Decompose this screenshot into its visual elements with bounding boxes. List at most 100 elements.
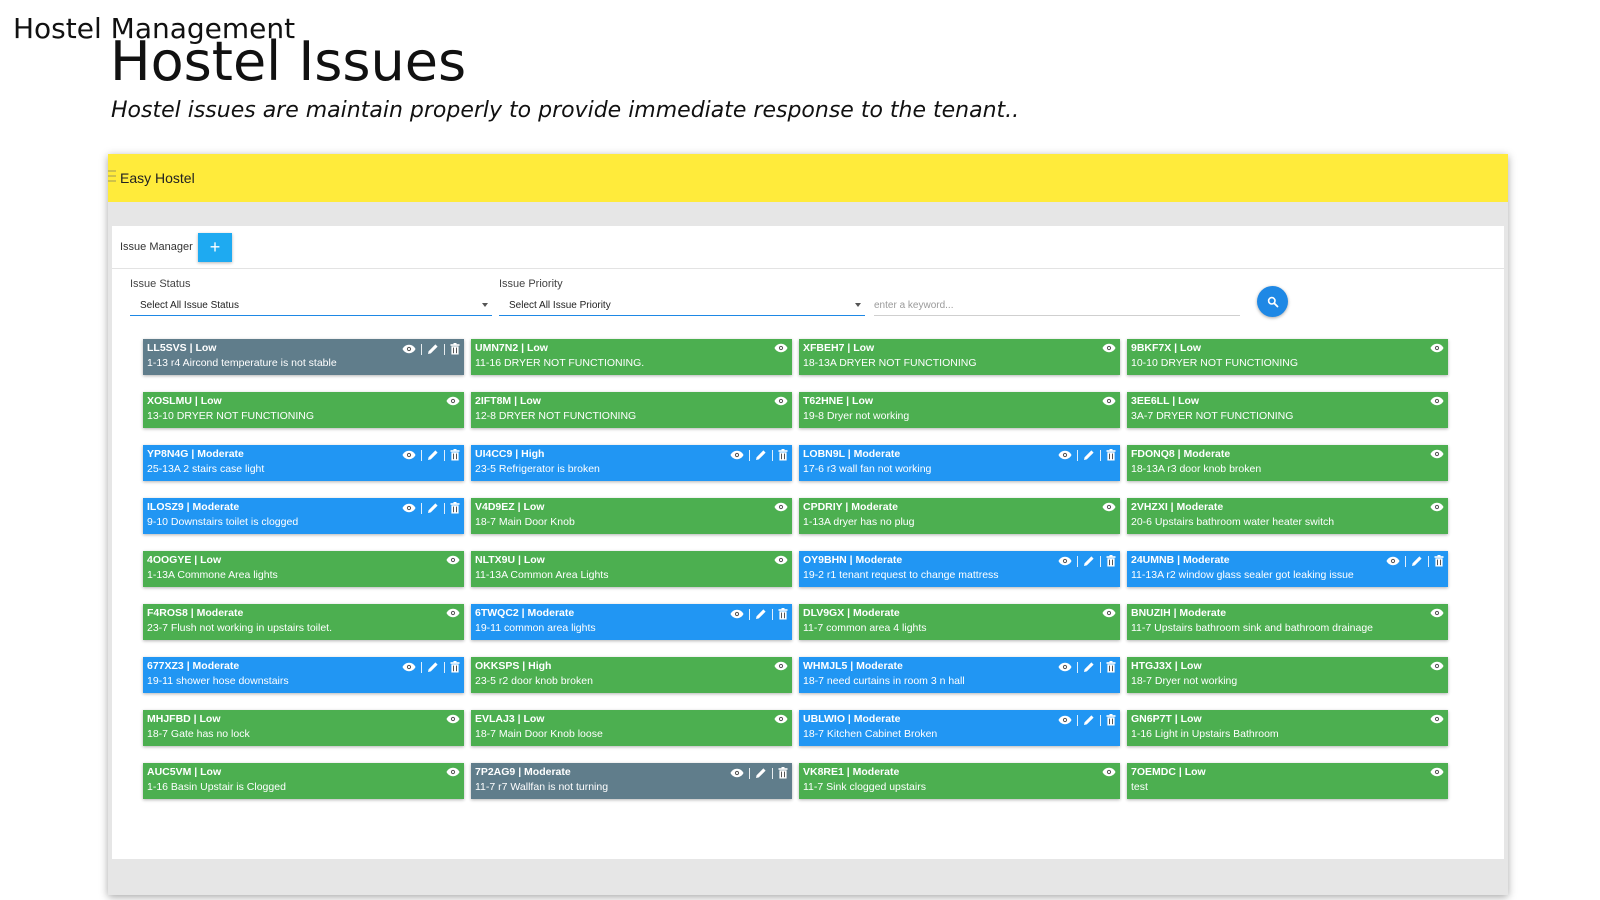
pencil-icon[interactable] — [1083, 661, 1095, 673]
eye-icon[interactable] — [730, 450, 744, 460]
eye-icon[interactable] — [446, 767, 460, 777]
eye-icon[interactable] — [1058, 662, 1072, 672]
eye-icon[interactable] — [774, 343, 788, 353]
eye-icon[interactable] — [1102, 502, 1116, 512]
issue-card[interactable]: 2VHZXI | Moderate 20-6 Upstairs bathroom … — [1127, 498, 1448, 534]
eye-icon[interactable] — [402, 662, 416, 672]
issue-card[interactable]: VK8RE1 | Moderate 11-7 Sink clogged upsta… — [799, 763, 1120, 799]
eye-icon[interactable] — [1430, 449, 1444, 459]
eye-icon[interactable] — [774, 502, 788, 512]
eye-icon[interactable] — [1430, 502, 1444, 512]
eye-icon[interactable] — [1058, 556, 1072, 566]
trash-icon[interactable] — [778, 608, 788, 620]
trash-icon[interactable] — [1106, 714, 1116, 726]
trash-icon[interactable] — [778, 767, 788, 779]
add-issue-button[interactable]: + — [198, 233, 232, 262]
issue-card[interactable]: 677XZ3 | Moderate 19-11 shower hose downs… — [143, 657, 464, 693]
pencil-icon[interactable] — [427, 502, 439, 514]
pencil-icon[interactable] — [1411, 555, 1423, 567]
issue-card[interactable]: 4OOGYE | Low 1-13A Commone Area lights — [143, 551, 464, 587]
menu-icon[interactable] — [108, 170, 116, 185]
issue-card[interactable]: 9BKF7X | Low 10-10 DRYER NOT FUNCTIONING — [1127, 339, 1448, 375]
eye-icon[interactable] — [730, 609, 744, 619]
eye-icon[interactable] — [1058, 450, 1072, 460]
eye-icon[interactable] — [1058, 715, 1072, 725]
trash-icon[interactable] — [1106, 449, 1116, 461]
trash-icon[interactable] — [450, 502, 460, 514]
issue-card[interactable]: 2IFT8M | Low 12-8 DRYER NOT FUNCTIONING — [471, 392, 792, 428]
pencil-icon[interactable] — [427, 343, 439, 355]
trash-icon[interactable] — [778, 449, 788, 461]
issue-card[interactable]: NLTX9U | Low 11-13A Common Area Lights — [471, 551, 792, 587]
issue-card[interactable]: ILOSZ9 | Moderate 9-10 Downstairs toilet … — [143, 498, 464, 534]
issue-card[interactable]: XFBEH7 | Low 18-13A DRYER NOT FUNCTIONING — [799, 339, 1120, 375]
eye-icon[interactable] — [1430, 714, 1444, 724]
pencil-icon[interactable] — [427, 661, 439, 673]
eye-icon[interactable] — [1102, 608, 1116, 618]
issue-card[interactable]: GN6P7T | Low 1-16 Light in Upstairs Bathr… — [1127, 710, 1448, 746]
pencil-icon[interactable] — [755, 449, 767, 461]
issue-card[interactable]: 7P2AG9 | Moderate 11-7 r7 Wallfan is not … — [471, 763, 792, 799]
issue-card[interactable]: AUC5VM | Low 1-16 Basin Upstair is Clogge… — [143, 763, 464, 799]
pencil-icon[interactable] — [1083, 714, 1095, 726]
issue-card[interactable]: DLV9GX | Moderate 11-7 common area 4 ligh… — [799, 604, 1120, 640]
eye-icon[interactable] — [774, 555, 788, 565]
issue-priority-select[interactable]: Select All Issue Priority — [499, 292, 865, 316]
issue-card[interactable]: BNUZIH | Moderate 11-7 Upstairs bathroom … — [1127, 604, 1448, 640]
pencil-icon[interactable] — [755, 608, 767, 620]
eye-icon[interactable] — [1430, 767, 1444, 777]
eye-icon[interactable] — [446, 555, 460, 565]
keyword-search-input[interactable] — [874, 292, 1240, 316]
issue-card[interactable]: LOBN9L | Moderate 17-6 r3 wall fan not wo… — [799, 445, 1120, 481]
issue-card[interactable]: CPDRIY | Moderate 1-13A dryer has no plug — [799, 498, 1120, 534]
eye-icon[interactable] — [1102, 767, 1116, 777]
eye-icon[interactable] — [402, 450, 416, 460]
issue-card[interactable]: WHMJL5 | Moderate 18-7 need curtains in r… — [799, 657, 1120, 693]
pencil-icon[interactable] — [1083, 449, 1095, 461]
issue-card[interactable]: V4D9EZ | Low 18-7 Main Door Knob — [471, 498, 792, 534]
pencil-icon[interactable] — [427, 449, 439, 461]
eye-icon[interactable] — [774, 396, 788, 406]
issue-card[interactable]: T62HNE | Low 19-8 Dryer not working — [799, 392, 1120, 428]
pencil-icon[interactable] — [1083, 555, 1095, 567]
eye-icon[interactable] — [1430, 608, 1444, 618]
issue-card[interactable]: OKKSPS | High 23-5 r2 door knob broken — [471, 657, 792, 693]
eye-icon[interactable] — [1102, 343, 1116, 353]
eye-icon[interactable] — [774, 714, 788, 724]
eye-icon[interactable] — [1386, 556, 1400, 566]
issue-card[interactable]: UMN7N2 | Low 11-16 DRYER NOT FUNCTIONING. — [471, 339, 792, 375]
trash-icon[interactable] — [1106, 555, 1116, 567]
trash-icon[interactable] — [450, 661, 460, 673]
eye-icon[interactable] — [402, 503, 416, 513]
eye-icon[interactable] — [446, 714, 460, 724]
issue-card[interactable]: HTGJ3X | Low 18-7 Dryer not working — [1127, 657, 1448, 693]
issue-card[interactable]: 3EE6LL | Low 3A-7 DRYER NOT FUNCTIONING — [1127, 392, 1448, 428]
issue-card[interactable]: 24UMNB | Moderate 11-13A r2 window glass … — [1127, 551, 1448, 587]
issue-card[interactable]: OY9BHN | Moderate 19-2 r1 tenant request … — [799, 551, 1120, 587]
issue-card[interactable]: XOSLMU | Low 13-10 DRYER NOT FUNCTIONING — [143, 392, 464, 428]
issue-card[interactable]: FDONQ8 | Moderate 18-13A r3 door knob bro… — [1127, 445, 1448, 481]
issue-card[interactable]: 6TWQC2 | Moderate 19-11 common area light… — [471, 604, 792, 640]
search-button[interactable] — [1257, 286, 1288, 317]
issue-card[interactable]: UBLWIO | Moderate 18-7 Kitchen Cabinet Br… — [799, 710, 1120, 746]
eye-icon[interactable] — [1102, 396, 1116, 406]
trash-icon[interactable] — [1434, 555, 1444, 567]
issue-card[interactable]: YP8N4G | Moderate 25-13A 2 stairs case li… — [143, 445, 464, 481]
issue-card[interactable]: UI4CC9 | High 23-5 Refrigerator is broken — [471, 445, 792, 481]
issue-card[interactable]: LL5SVS | Low 1-13 r4 Aircond temperature … — [143, 339, 464, 375]
issue-card[interactable]: F4ROS8 | Moderate 23-7 Flush not working … — [143, 604, 464, 640]
trash-icon[interactable] — [450, 343, 460, 355]
trash-icon[interactable] — [450, 449, 460, 461]
eye-icon[interactable] — [1430, 661, 1444, 671]
eye-icon[interactable] — [1430, 396, 1444, 406]
issue-card[interactable]: 7OEMDC | Low test — [1127, 763, 1448, 799]
eye-icon[interactable] — [774, 661, 788, 671]
eye-icon[interactable] — [446, 396, 460, 406]
eye-icon[interactable] — [730, 768, 744, 778]
issue-status-select[interactable]: Select All Issue Status — [130, 292, 492, 316]
issue-card[interactable]: MHJFBD | Low 18-7 Gate has no lock — [143, 710, 464, 746]
eye-icon[interactable] — [1430, 343, 1444, 353]
issue-card[interactable]: EVLAJ3 | Low 18-7 Main Door Knob loose — [471, 710, 792, 746]
trash-icon[interactable] — [1106, 661, 1116, 673]
eye-icon[interactable] — [402, 344, 416, 354]
